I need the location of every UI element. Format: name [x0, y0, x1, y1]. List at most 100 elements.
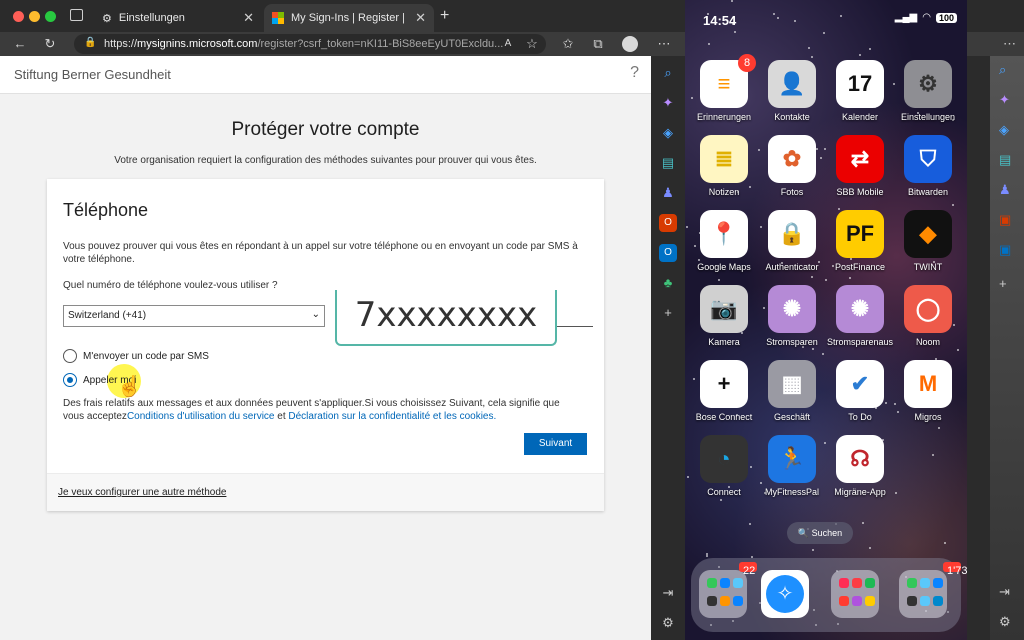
office-icon[interactable]: O	[659, 214, 677, 232]
country-select[interactable]: Switzerland (+41) ⌄	[63, 305, 325, 327]
sidebar-toggle-icon[interactable]: ⇥	[659, 584, 677, 602]
phone-question: Quel numéro de téléphone voulez-vous uti…	[63, 280, 278, 291]
copilot-icon[interactable]: ✦	[659, 94, 677, 112]
safari-icon[interactable]: ✧	[761, 570, 809, 618]
tools-icon[interactable]: ▤	[659, 154, 677, 172]
app-authenticator[interactable]: 🔒 Authenticator	[758, 210, 826, 272]
dock-folder-2[interactable]	[831, 570, 879, 618]
radio-call[interactable]	[63, 373, 77, 387]
app-notizen[interactable]: ≣ Notizen	[690, 135, 758, 197]
dock-folder-3[interactable]: 1'737	[899, 562, 967, 618]
app-label: Connect	[707, 487, 741, 497]
app-label: TWINT	[913, 262, 943, 272]
outlook-icon[interactable]: ▣	[999, 242, 1011, 258]
app-noom[interactable]: ◯ Noom	[894, 285, 962, 347]
app-glyph: 🏃	[778, 446, 806, 471]
close-tab-icon[interactable]: ✕	[243, 10, 254, 26]
shopping-icon[interactable]: ◈	[999, 122, 1009, 138]
sidebar-settings-icon[interactable]: ⚙	[659, 614, 677, 632]
app-geschäft[interactable]: ▦ Geschäft	[758, 360, 826, 422]
stromsparenaus-icon: ✺	[836, 285, 884, 333]
background-content	[990, 56, 1024, 640]
wallpaper-star	[840, 15, 842, 17]
app-migros[interactable]: M Migros	[894, 360, 962, 422]
sidebar-toggle-icon[interactable]: ⇥	[999, 584, 1010, 600]
phone-number-input[interactable]: 7xxxxxxxx	[335, 290, 557, 346]
app-postfinance[interactable]: PF PostFinance	[826, 210, 894, 272]
search-icon[interactable]: ⌕	[659, 64, 677, 82]
app-glyph: 🔒	[778, 221, 806, 246]
tab-einstellungen[interactable]: ⚙ Einstellungen ✕	[94, 4, 262, 32]
app-stromsparen[interactable]: ✺ Stromsparen	[758, 285, 826, 347]
tab-my-sign-ins[interactable]: My Sign-Ins | Register | Micros ✕	[264, 4, 434, 32]
tree-icon[interactable]: ♣	[659, 274, 677, 292]
app-glyph: ⚙	[918, 71, 938, 96]
app-fotos[interactable]: ✿ Fotos	[758, 135, 826, 197]
outlook-icon[interactable]: O	[659, 244, 677, 262]
sidebar-settings-icon[interactable]: ⚙	[999, 614, 1011, 630]
app-label: Fotos	[780, 187, 804, 197]
app-kontakte[interactable]: 👤 Kontakte	[758, 60, 826, 122]
app-kamera[interactable]: 📷 Kamera	[690, 285, 758, 347]
minimize-window-button[interactable]	[29, 11, 40, 22]
favorite-add-icon[interactable]: ☆	[522, 34, 542, 54]
app-kalender[interactable]: 17 Kalender	[826, 60, 894, 122]
spotlight-search-button[interactable]: 🔍 Suchen	[787, 522, 853, 544]
app-myfitnesspal[interactable]: 🏃 MyFitnessPal	[758, 435, 826, 497]
people-icon[interactable]: ♟	[999, 182, 1011, 198]
next-button[interactable]: Suivant	[524, 433, 587, 455]
favorites-icon[interactable]: ✩	[558, 34, 578, 54]
maximize-window-button[interactable]	[45, 11, 56, 22]
tools-icon[interactable]: ▤	[999, 152, 1011, 168]
privacy-statement-link[interactable]: Déclaration sur la confidentialité et le…	[288, 411, 496, 422]
people-icon[interactable]: ♟	[659, 184, 677, 202]
app-migräne-app[interactable]: ☊ Migräne-App	[826, 435, 894, 497]
option-sms[interactable]: M'envoyer un code par SMS	[63, 349, 209, 363]
more-menu-icon[interactable]: ⋯	[1003, 36, 1016, 52]
close-tab-icon[interactable]: ✕	[415, 10, 426, 26]
add-icon[interactable]: +	[999, 276, 1007, 291]
phone-input-underline	[557, 326, 593, 327]
app-connect[interactable]: ◔ Connect	[690, 435, 758, 497]
app-glyph: ✿	[782, 146, 802, 171]
app-label: Geschäft	[773, 412, 811, 422]
app-bitwarden[interactable]: ⛉ Bitwarden	[894, 135, 962, 197]
app-stromsparenaus[interactable]: ✺ Stromsparenaus	[826, 285, 894, 347]
other-method-link[interactable]: Je veux configurer une autre méthode	[58, 487, 226, 498]
more-menu-icon[interactable]: ⋯	[654, 34, 674, 54]
refresh-icon[interactable]: ↻	[40, 34, 60, 54]
address-bar[interactable]: 🔒 https://mysignins.microsoft.com/regist…	[74, 34, 546, 54]
app-to-do[interactable]: ✔ To Do	[826, 360, 894, 422]
wallpaper-star	[708, 43, 710, 45]
read-aloud-icon[interactable]: A	[498, 34, 518, 54]
app-erinnerungen[interactable]: ≡ 8 Erinnerungen	[690, 54, 758, 122]
tab-actions-icon[interactable]	[70, 9, 83, 21]
wallpaper-star	[938, 427, 940, 429]
shopping-icon[interactable]: ◈	[659, 124, 677, 142]
myfitnesspal-icon: 🏃	[768, 435, 816, 483]
app-sbb-mobile[interactable]: ⇄ SBB Mobile	[826, 135, 894, 197]
close-window-button[interactable]	[13, 11, 24, 22]
collections-icon[interactable]: ⧉	[588, 34, 608, 54]
radio-sms[interactable]	[63, 349, 77, 363]
back-icon[interactable]: ←	[10, 34, 30, 54]
office-icon[interactable]: ▣	[999, 212, 1011, 228]
copilot-icon[interactable]: ✦	[999, 92, 1010, 108]
app-glyph: ⇄	[850, 146, 870, 171]
app-glyph: ◆	[919, 221, 937, 246]
app-twint[interactable]: ◆ TWINT	[894, 210, 962, 272]
profile-avatar[interactable]	[622, 36, 638, 52]
app-google-maps[interactable]: 📍 Google Maps	[690, 210, 758, 272]
app-bose-connect[interactable]: + Bose Connect	[690, 360, 758, 422]
dock-folder-1[interactable]: 22	[699, 562, 757, 618]
app-glyph: ☊	[850, 446, 870, 471]
app-einstellungen[interactable]: ⚙ Einstellungen	[894, 60, 962, 122]
maps-icon: 📍	[700, 210, 748, 258]
add-icon[interactable]: +	[659, 304, 677, 322]
new-tab-button[interactable]: +	[440, 7, 449, 25]
search-icon[interactable]: ⌕	[999, 62, 1006, 78]
notification-badge: 8	[738, 54, 756, 72]
terms-of-service-link[interactable]: Conditions d'utilisation du service	[127, 411, 275, 422]
help-icon[interactable]: ?	[630, 64, 639, 82]
iphone-mirroring-window: 14:54 ▂▄▆ ◠ 100 ≡ 8 Erinnerungen 👤 Kontakte 1…	[685, 0, 967, 640]
